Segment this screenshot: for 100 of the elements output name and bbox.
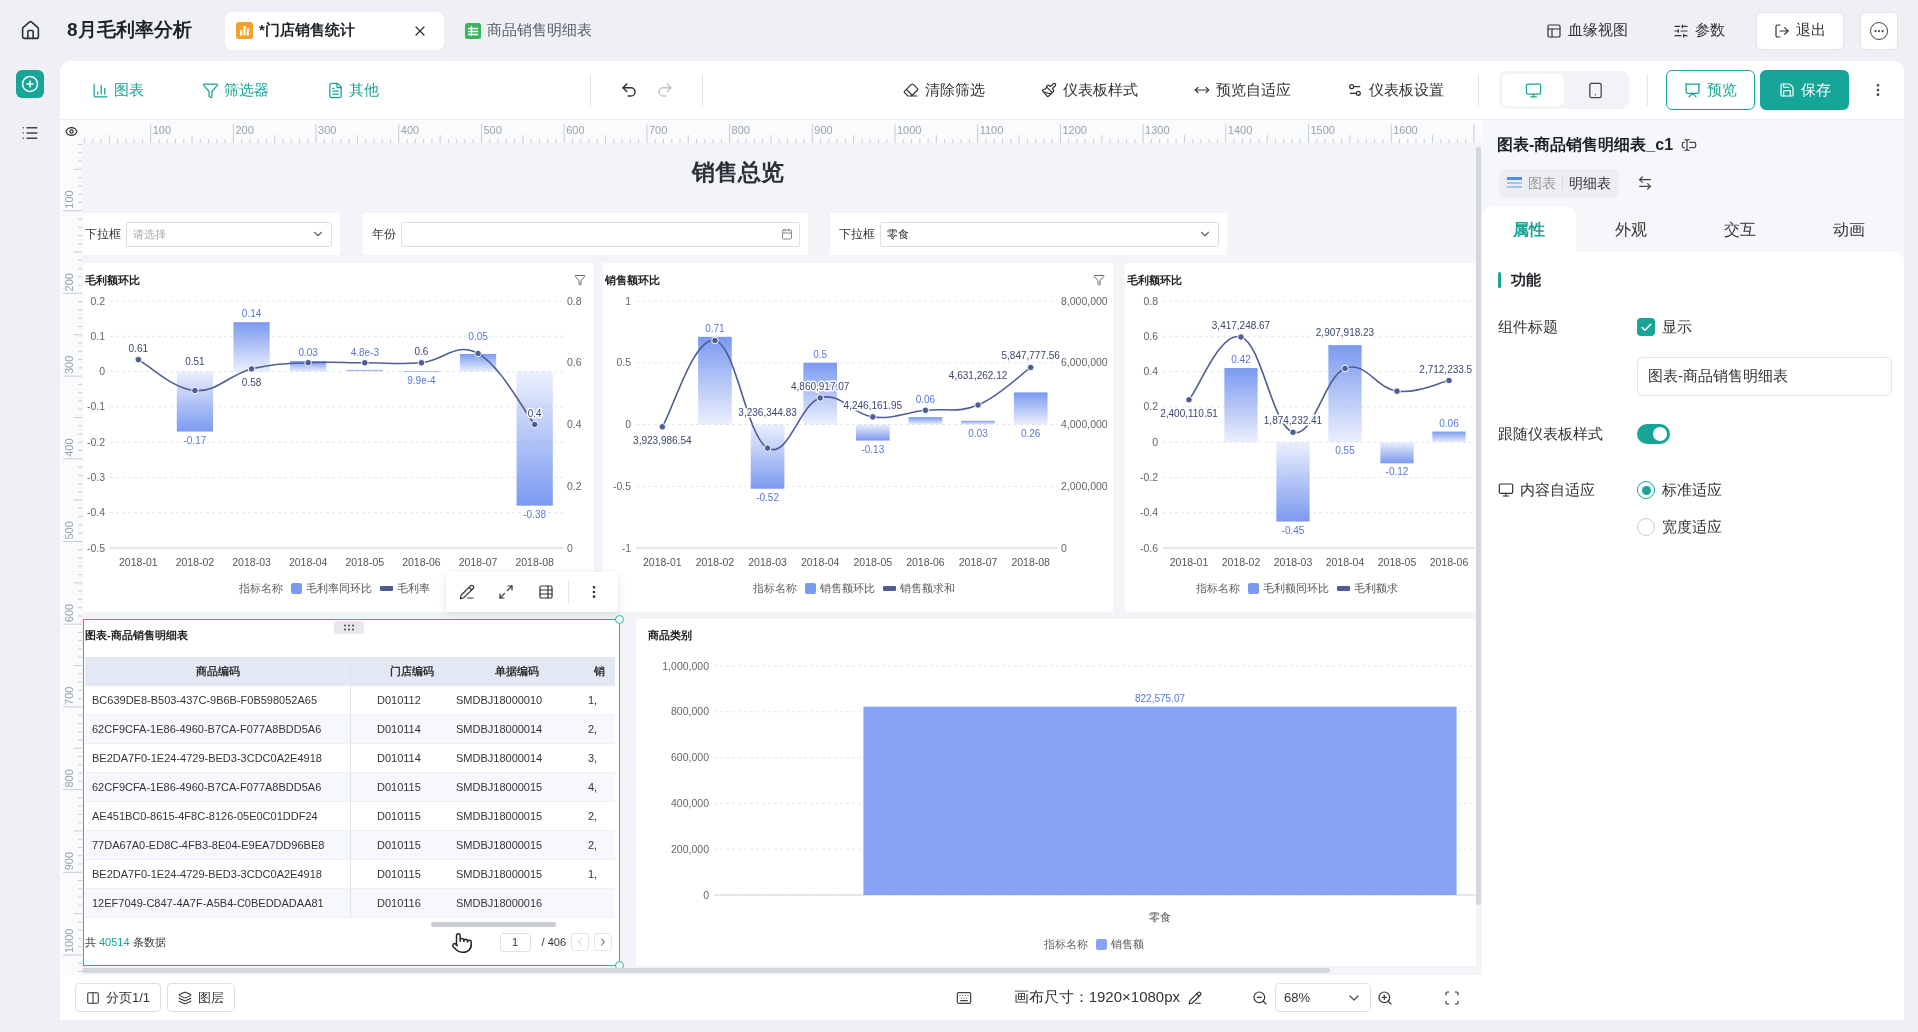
bar-chart-icon xyxy=(92,81,109,99)
zoom-in-icon[interactable] xyxy=(1377,989,1393,1006)
axis-label: 1 xyxy=(625,294,631,307)
add-button[interactable] xyxy=(16,70,44,98)
toolbar-button[interactable]: 仪表板样式 xyxy=(1041,78,1138,102)
paintbrush-icon xyxy=(1041,82,1057,98)
undo-icon[interactable] xyxy=(619,81,638,99)
ruler-label: 100 xyxy=(63,190,75,209)
home-icon[interactable] xyxy=(19,20,41,41)
ruler-label: 1000 xyxy=(897,124,922,136)
ruler-label: 400 xyxy=(63,438,75,457)
data-point xyxy=(1289,428,1297,437)
data-point xyxy=(304,358,312,367)
layers-button[interactable]: 图层 xyxy=(167,983,236,1012)
page-total: / 406 xyxy=(541,934,566,950)
page-input[interactable]: 1 xyxy=(499,932,531,952)
zoom-out-icon[interactable] xyxy=(1252,989,1268,1006)
scrollbar[interactable] xyxy=(1476,147,1481,905)
chart-title: 销售额环比 xyxy=(605,272,660,288)
next-page-button[interactable] xyxy=(594,933,612,951)
ruler-label: 200 xyxy=(235,124,254,136)
list-icon[interactable] xyxy=(21,124,39,142)
eye-icon[interactable] xyxy=(64,125,78,138)
data-label: 4.8e-3 xyxy=(350,346,379,358)
legend-label: 毛利率同环比 xyxy=(306,580,372,596)
axis-label: 4,000,000 xyxy=(1061,418,1108,431)
table-cell-text: 1, xyxy=(587,692,599,708)
ruler-label: 1200 xyxy=(1062,124,1087,136)
toggle-switch[interactable] xyxy=(1637,424,1670,444)
data-label: -0.12 xyxy=(1385,466,1409,478)
fit-screen-icon[interactable] xyxy=(1444,989,1460,1006)
axis-label: 400,000 xyxy=(671,797,709,809)
axis-label: 0.6 xyxy=(567,356,582,369)
panel-layout-icon xyxy=(1546,22,1562,39)
tablet-icon xyxy=(1586,81,1604,99)
edit-icon[interactable] xyxy=(459,584,475,600)
checkbox[interactable] xyxy=(1637,318,1655,336)
category-label: 2018-01 xyxy=(1169,556,1209,568)
ruler-label: 1600 xyxy=(1393,124,1418,136)
desktop-icon xyxy=(1524,81,1542,99)
swap-icon[interactable] xyxy=(1637,175,1653,191)
category-label: 2018-04 xyxy=(1325,556,1365,568)
axis-label: 600,000 xyxy=(671,751,709,764)
resize-handle[interactable] xyxy=(615,615,624,624)
scrollbar[interactable] xyxy=(431,922,556,927)
document-tab[interactable]: 商品销售明细表 xyxy=(455,11,602,50)
data-point xyxy=(1341,364,1349,373)
grip-icon[interactable] xyxy=(334,621,364,634)
table-cell-text: 2, xyxy=(587,808,599,824)
document-tab[interactable]: *门店销售统计 xyxy=(225,11,444,50)
ruler-label: 100 xyxy=(152,124,172,136)
more-button[interactable] xyxy=(1860,11,1898,50)
toolbar-button[interactable]: 预览自适应 xyxy=(1194,78,1291,102)
data-label: 0.51 xyxy=(185,355,205,367)
expand-icon[interactable] xyxy=(498,584,514,600)
axis-label: 200,000 xyxy=(671,842,709,855)
axis-label: 0 xyxy=(625,418,631,431)
panel-tab[interactable]: 动画 xyxy=(1794,207,1904,252)
filter-icon[interactable] xyxy=(1093,274,1105,286)
radio-button[interactable] xyxy=(1637,518,1655,536)
table-cell: 77DA67A0-ED8C-4FB3-8E04-E9EA7DD96BE8 xyxy=(85,831,351,859)
data-point xyxy=(658,423,667,431)
bar xyxy=(346,369,383,372)
select-field[interactable]: 零食 xyxy=(880,221,1219,247)
category-label: 2018-03 xyxy=(1273,556,1313,568)
table-cell-text: 1, xyxy=(587,866,599,882)
data-label: 0.55 xyxy=(1335,445,1355,457)
data-label: 0.26 xyxy=(1020,427,1041,439)
header-action[interactable]: 血缘视图 xyxy=(1546,19,1628,42)
toolbar-button[interactable]: 清除筛选 xyxy=(903,78,985,102)
exit-button[interactable]: 退出 xyxy=(1756,11,1844,50)
ruler-label: 1300 xyxy=(1145,124,1170,136)
pages-button[interactable]: 分页1/1 xyxy=(75,983,162,1012)
dashboard-heading: 销售总览 xyxy=(692,157,784,187)
table-settings-icon[interactable] xyxy=(538,584,554,600)
axis-label: -0.2 xyxy=(1139,471,1158,484)
panel-tab[interactable]: 外观 xyxy=(1576,207,1686,252)
calendar-icon xyxy=(781,228,793,240)
monitor-icon xyxy=(1498,482,1514,498)
rename-icon[interactable] xyxy=(1681,137,1698,153)
canvas-size: 画布尺寸：1920×1080px xyxy=(1013,987,1180,1008)
category-label: 2018-07 xyxy=(458,556,498,568)
title-input[interactable]: 图表-商品销售明细表 xyxy=(1637,357,1892,396)
edit-icon[interactable] xyxy=(1188,990,1202,1005)
toolbar-button[interactable]: 仪表板设置 xyxy=(1347,78,1444,102)
table-cell-text: D010114 xyxy=(376,750,422,766)
table-cell-text: SMDBJ18000015 xyxy=(455,837,544,853)
zoom-select[interactable]: 68% xyxy=(1275,983,1371,1012)
chart-title: 商品类别 xyxy=(648,627,692,643)
data-point xyxy=(417,358,426,367)
columns-icon xyxy=(86,990,100,1005)
panel-tab[interactable]: 交互 xyxy=(1685,207,1795,252)
keyboard-icon[interactable] xyxy=(955,989,972,1006)
scrollbar[interactable] xyxy=(82,968,1330,973)
header-action[interactable]: 参数 xyxy=(1673,19,1725,42)
category-label: 2018-05 xyxy=(1377,556,1417,568)
data-label: 0.03 xyxy=(968,427,988,439)
date-field[interactable] xyxy=(401,221,800,247)
filter-icon[interactable] xyxy=(574,274,586,286)
ruler-label: 500 xyxy=(483,124,502,136)
